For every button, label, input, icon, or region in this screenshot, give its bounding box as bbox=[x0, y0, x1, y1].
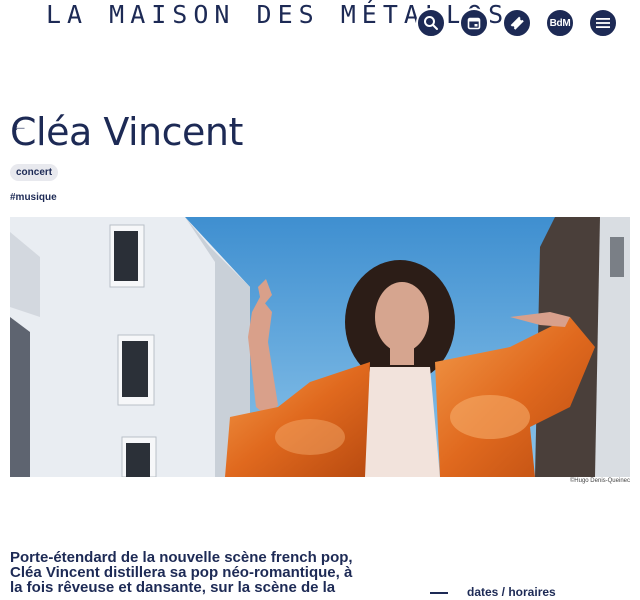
calendar-icon bbox=[467, 17, 481, 30]
event-intro: Porte-étendard de la nouvelle scène fren… bbox=[10, 549, 353, 596]
menu-button[interactable] bbox=[588, 8, 618, 38]
header-nav: BdM bbox=[416, 8, 618, 38]
hero-photo bbox=[10, 217, 630, 477]
event-title: Cléa Vincent bbox=[10, 110, 243, 154]
bdm-icon: BdM bbox=[549, 17, 571, 29]
photo-credit: ©Hugo Denis-Queinec bbox=[569, 478, 630, 484]
bdm-button[interactable]: BdM bbox=[545, 8, 575, 38]
tickets-button[interactable] bbox=[502, 8, 532, 38]
ticket-icon bbox=[510, 16, 524, 30]
menu-icon bbox=[596, 18, 610, 28]
dates-heading[interactable]: dates / horaires bbox=[467, 585, 556, 599]
category-badge[interactable]: concert bbox=[10, 164, 59, 181]
hashtag-link[interactable]: #musique bbox=[10, 192, 57, 203]
agenda-button[interactable] bbox=[459, 8, 489, 38]
dates-divider bbox=[430, 592, 448, 594]
search-button[interactable] bbox=[416, 8, 446, 38]
search-icon bbox=[424, 16, 438, 30]
